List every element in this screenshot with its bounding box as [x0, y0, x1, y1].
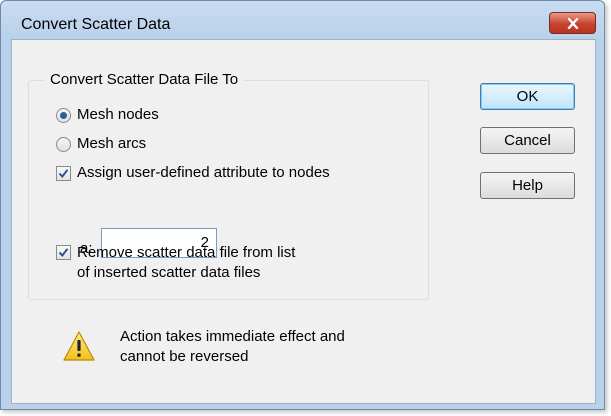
remove-file-label-line2: of inserted scatter data files: [77, 264, 261, 281]
warning-icon: [62, 330, 96, 366]
mesh-nodes-label: Mesh nodes: [77, 106, 159, 123]
remove-file-option[interactable]: Remove scatter data file from list of in…: [56, 243, 295, 283]
remove-file-label: Remove scatter data file from list of in…: [77, 243, 295, 283]
checkmark-icon: [58, 248, 69, 257]
assign-attribute-option[interactable]: Assign user-defined attribute to nodes: [56, 164, 330, 182]
warning-line1: Action takes immediate effect and: [120, 328, 345, 345]
warning-line2: cannot be reversed: [120, 348, 249, 365]
window-title: Convert Scatter Data: [21, 16, 171, 33]
assign-attribute-checkbox[interactable]: [56, 165, 71, 181]
mesh-arcs-radio[interactable]: [56, 136, 71, 152]
mesh-nodes-radio[interactable]: [56, 107, 71, 123]
assign-attribute-label: Assign user-defined attribute to nodes: [77, 164, 330, 181]
group-title: Convert Scatter Data File To: [44, 71, 245, 89]
help-button[interactable]: Help: [480, 172, 575, 199]
close-button[interactable]: [549, 12, 596, 34]
close-icon: [567, 17, 579, 29]
mesh-arcs-option[interactable]: Mesh arcs: [56, 135, 146, 153]
mesh-nodes-option[interactable]: Mesh nodes: [56, 106, 159, 124]
warning-message: Action takes immediate effect and cannot…: [120, 327, 345, 367]
remove-file-label-line1: Remove scatter data file from list: [77, 244, 296, 261]
cancel-button[interactable]: Cancel: [480, 127, 575, 154]
title-bar[interactable]: Convert Scatter Data: [1, 1, 604, 39]
ok-button[interactable]: OK: [480, 83, 575, 110]
remove-file-checkbox[interactable]: [56, 245, 71, 260]
checkmark-icon: [58, 168, 69, 178]
mesh-arcs-label: Mesh arcs: [77, 135, 147, 152]
